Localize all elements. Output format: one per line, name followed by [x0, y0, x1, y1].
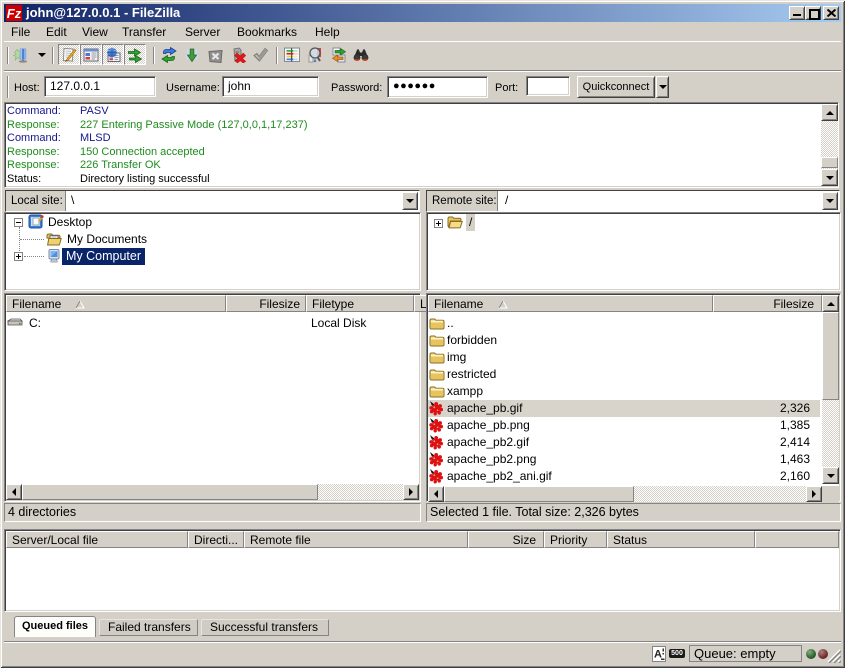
svg-text:Fz: Fz [7, 6, 22, 21]
